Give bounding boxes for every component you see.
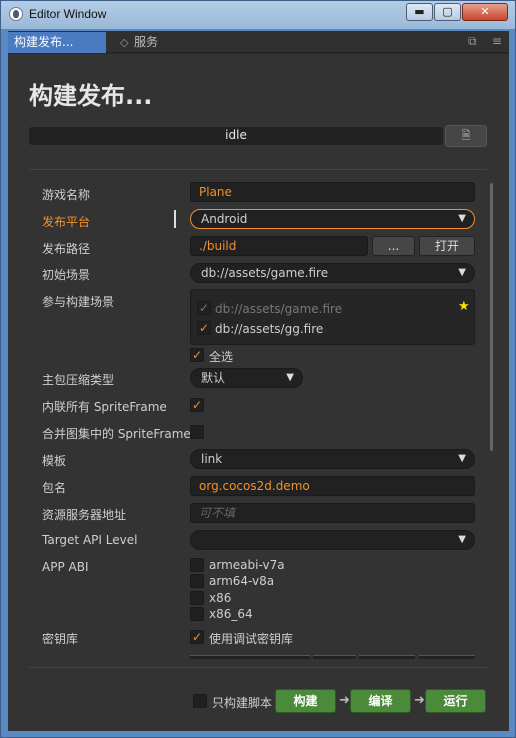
star-icon: ★ — [458, 299, 470, 314]
debug-keystore-label: 使用调试密钥库 — [209, 632, 294, 646]
game-name-input[interactable]: Plane — [190, 182, 475, 202]
abi-checkbox[interactable] — [190, 574, 204, 588]
open-path-button[interactable]: 打开 — [419, 236, 475, 256]
scrollbar[interactable] — [490, 183, 493, 451]
active-row-indicator — [174, 210, 176, 228]
scene-list — [190, 289, 475, 345]
chevron-down-icon: ▼ — [458, 534, 466, 545]
divider — [29, 169, 487, 170]
minimize-button[interactable]: ▬ — [406, 3, 433, 21]
target-api-label: Target API Level — [42, 533, 138, 547]
script-only-checkbox[interactable] — [193, 694, 207, 708]
select-all-label: 全选 — [209, 350, 234, 364]
target-api-select[interactable]: ▼ — [190, 530, 475, 550]
abi-option: armeabi-v7a — [209, 558, 285, 572]
build-progress-bar: idle — [29, 127, 443, 145]
tab-build[interactable]: 构建发布... — [8, 32, 106, 53]
package-name-label: 包名 — [42, 481, 67, 495]
platform-select[interactable]: Android ▼ — [190, 209, 475, 229]
build-path-label: 发布路径 — [42, 242, 91, 256]
build-button[interactable]: 构建 — [275, 689, 336, 713]
app-abi-label: APP ABI — [42, 560, 89, 574]
footer-divider — [29, 667, 487, 668]
tab-label: 构建发布... — [14, 35, 74, 49]
chevron-down-icon: ▼ — [458, 213, 466, 224]
title-bar[interactable]: Editor Window ▬ ▢ ✕ — [1, 1, 515, 29]
chevron-down-icon: ▼ — [286, 372, 294, 383]
window-title: Editor Window — [29, 7, 107, 21]
debug-keystore-checkbox[interactable]: ✓ — [190, 630, 204, 644]
start-scene-select[interactable]: db://assets/game.fire ▼ — [190, 263, 475, 283]
page-title: 构建发布... — [29, 82, 153, 110]
diamond-icon: ◇ — [120, 36, 129, 49]
build-path-input[interactable]: ./build — [190, 236, 368, 256]
partial-field — [190, 655, 310, 659]
start-scene-value: db://assets/game.fire — [201, 266, 329, 280]
scene-item: db://assets/game.fire — [215, 302, 343, 316]
maximize-button[interactable]: ▢ — [434, 3, 461, 21]
resource-server-label: 资源服务器地址 — [42, 508, 127, 522]
open-build-folder-button[interactable]: 🗎 — [445, 125, 487, 147]
run-button[interactable]: 运行 — [425, 689, 486, 713]
platform-label: 发布平台 — [42, 215, 91, 229]
browse-button[interactable]: ... — [372, 236, 415, 256]
chevron-down-icon: ▼ — [458, 267, 466, 278]
merge-spriteframes-label: 合并图集中的 SpriteFrame — [42, 427, 191, 441]
keystore-label: 密钥库 — [42, 632, 79, 646]
compile-button[interactable]: 编译 — [350, 689, 411, 713]
scene-checkbox: ✓ — [197, 301, 211, 315]
start-scene-label: 初始场景 — [42, 268, 91, 282]
template-label: 模板 — [42, 454, 67, 468]
partial-field — [313, 655, 356, 659]
arrow-right-icon: ➜ — [339, 693, 350, 708]
select-all-checkbox[interactable]: ✓ — [190, 348, 204, 362]
app-icon — [9, 7, 23, 21]
template-select[interactable]: link ▼ — [190, 449, 475, 469]
abi-checkbox[interactable] — [190, 607, 204, 621]
scene-item: db://assets/gg.fire — [215, 322, 324, 336]
template-value: link — [201, 452, 223, 466]
tab-bar: 构建发布... ◇ 服务 ⧉ ≡ — [8, 31, 509, 53]
tab-services[interactable]: ◇ 服务 — [114, 32, 164, 53]
compression-label: 主包压缩类型 — [42, 373, 115, 387]
chevron-down-icon: ▼ — [458, 453, 466, 464]
resource-server-input[interactable]: 可不填 — [190, 503, 475, 523]
abi-checkbox[interactable] — [190, 591, 204, 605]
popout-icon[interactable]: ⧉ — [468, 34, 477, 49]
platform-value: Android — [201, 212, 248, 226]
script-only-label: 只构建脚本 — [212, 696, 273, 710]
partial-field — [359, 655, 415, 659]
included-scenes-label: 参与构建场景 — [42, 295, 115, 309]
compression-value: 默认 — [201, 371, 226, 385]
menu-icon[interactable]: ≡ — [492, 34, 502, 48]
tab-label: 服务 — [134, 35, 159, 49]
inline-spriteframes-checkbox[interactable]: ✓ — [190, 398, 204, 412]
package-name-input[interactable]: org.cocos2d.demo — [190, 476, 475, 496]
compression-select[interactable]: 默认 ▼ — [190, 368, 303, 388]
merge-spriteframes-checkbox[interactable] — [190, 425, 204, 439]
partial-field — [419, 655, 475, 659]
abi-option: x86 — [209, 591, 232, 605]
inline-spriteframes-label: 内联所有 SpriteFrame — [42, 400, 167, 414]
close-button[interactable]: ✕ — [462, 3, 508, 21]
game-name-label: 游戏名称 — [42, 188, 91, 202]
scene-checkbox[interactable]: ✓ — [197, 321, 211, 335]
abi-option: x86_64 — [209, 607, 253, 621]
arrow-right-icon: ➜ — [414, 693, 425, 708]
folder-icon: 🗎 — [461, 129, 471, 142]
progress-status: idle — [225, 128, 247, 142]
abi-option: arm64-v8a — [209, 574, 275, 588]
abi-checkbox[interactable] — [190, 558, 204, 572]
